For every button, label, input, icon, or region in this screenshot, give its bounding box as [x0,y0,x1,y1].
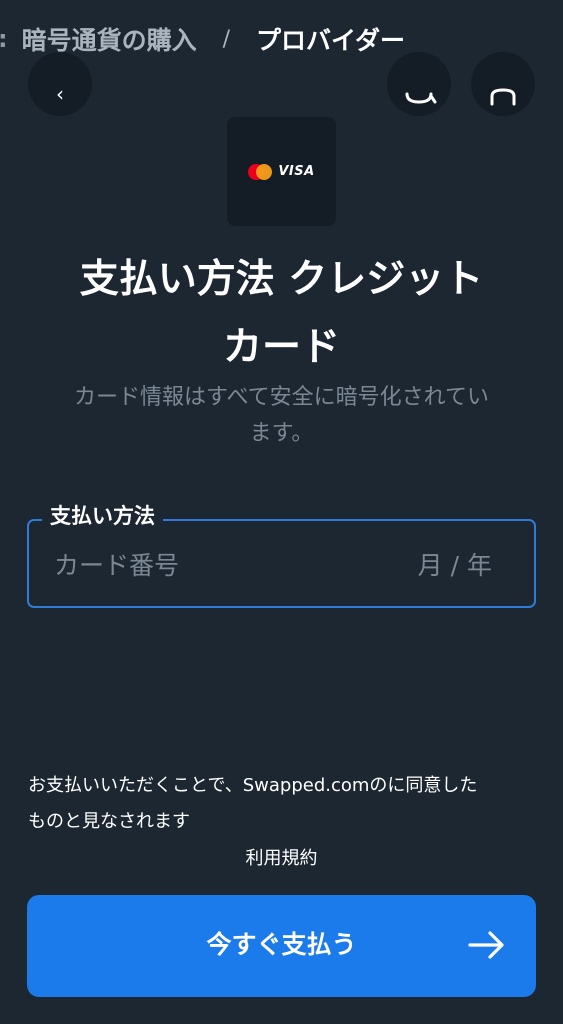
payment-method-label: 支払い方法 [42,499,163,533]
consent-text-line-1: お支払いいただくことで、Swapped.comのに同意した [28,775,478,796]
card-brand-logo: VISA [227,117,336,226]
mastercard-icon [248,163,273,180]
breadcrumb-overflow-icon: : [0,25,8,53]
chevron-left-icon: ‹ [56,82,64,106]
card-number-input[interactable] [54,545,384,585]
visa-logo-text: VISA [278,164,315,179]
security-note-line-2: ます。 [249,421,314,446]
pay-now-label: 今すぐ支払う [206,931,357,959]
support-chat-button[interactable] [387,52,451,116]
breadcrumb-parent[interactable]: 暗号通貨の購入 [22,21,197,57]
breadcrumb-current: プロバイダー [256,26,406,55]
user-icon [490,88,516,106]
page-title-line-2: カード [222,325,340,370]
security-note-line-1: カード情報はすべて安全に暗号化されてい [74,385,489,410]
page-title-line-1: 支払い方法 クレジット [79,257,484,302]
pay-now-button[interactable]: 今すぐ支払う [27,895,536,997]
account-button[interactable] [471,52,535,116]
chat-icon [405,92,437,104]
arrow-right-icon [468,931,504,959]
consent-text-line-2: ものと見なされます [28,811,190,832]
breadcrumb-separator: / [222,26,231,52]
terms-of-service-link[interactable]: 利用規約 [0,842,563,876]
back-button[interactable]: ‹ [28,52,92,116]
expiry-date-input[interactable] [392,545,492,585]
payment-page: : 暗号通貨の購入 / プロバイダー ‹ VISA 支払い方法 クレジット カー… [0,0,563,1024]
